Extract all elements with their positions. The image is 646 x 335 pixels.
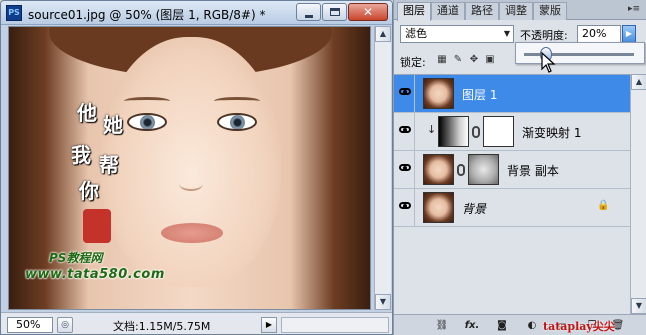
blend-mode-value: 滤色 xyxy=(405,27,427,40)
panel-tabs: 图层 通道 路径 调整 蒙版 ▸≡ xyxy=(394,0,646,21)
visibility-toggle[interactable] xyxy=(394,151,415,188)
eye-icon xyxy=(399,88,411,95)
clipping-arrow-icon: ↓ xyxy=(427,123,437,136)
lock-label: 锁定: xyxy=(400,56,426,69)
visibility-toggle[interactable] xyxy=(394,189,415,226)
mouse-cursor-icon xyxy=(541,52,556,73)
layers-scrollbar[interactable]: ▲ ▼ xyxy=(630,74,646,314)
window-buttons: ✕ xyxy=(296,3,388,21)
blend-mode-select[interactable]: 滤色 ▼ xyxy=(400,25,514,43)
tab-masks[interactable]: 蒙版 xyxy=(533,2,567,20)
watermark-char: 他 xyxy=(77,101,97,125)
scroll-down-icon[interactable]: ▼ xyxy=(375,294,391,310)
image-canvas[interactable]: 他 她 我 帮 你 PS教程网 www.tata580.com xyxy=(8,26,371,310)
red-seal-stamp xyxy=(83,209,111,243)
layer-mask-thumbnail[interactable] xyxy=(468,154,499,185)
photo-right-eye xyxy=(217,113,257,131)
watermark-char: 你 xyxy=(79,179,99,203)
eye-icon xyxy=(399,126,411,133)
panel-menu-icon[interactable]: ▸≡ xyxy=(626,3,642,17)
chain-link-icon[interactable] xyxy=(457,164,465,176)
add-mask-icon[interactable]: ◙ xyxy=(494,318,510,333)
visibility-toggle[interactable] xyxy=(394,75,415,112)
zoom-field[interactable]: 50% xyxy=(7,317,53,333)
photo-right-brow xyxy=(214,97,260,105)
adjustment-thumbnail xyxy=(438,116,469,147)
vertical-scrollbar[interactable]: ▲ ▼ xyxy=(374,26,391,310)
watermark-char: 帮 xyxy=(99,153,119,177)
document-title: source01.jpg @ 50% (图层 1, RGB/8#) * xyxy=(28,8,266,22)
layer-name: 渐变映射 1 xyxy=(522,126,582,140)
tab-layers[interactable]: 图层 xyxy=(397,2,431,21)
close-icon: ✕ xyxy=(362,5,374,19)
tab-paths[interactable]: 路径 xyxy=(465,2,499,20)
document-title-bar[interactable]: PS source01.jpg @ 50% (图层 1, RGB/8#) * ✕ xyxy=(1,1,392,25)
photo-left-iris xyxy=(140,115,155,129)
opacity-field[interactable]: 20% xyxy=(577,25,621,43)
maximize-icon xyxy=(330,8,340,16)
horizontal-scrollbar[interactable] xyxy=(281,317,389,333)
opacity-label: 不透明度: xyxy=(520,29,568,42)
photoshop-app-icon: PS xyxy=(6,5,22,21)
watermark-url: www.tata580.com xyxy=(25,267,165,282)
opacity-slider-toggle-icon[interactable]: ▶ xyxy=(622,25,636,43)
layers-list: 图层 1 ↓ 渐变映射 1 背景 副本 背景 🔒 xyxy=(394,74,630,314)
lock-move-icon[interactable]: ✥ xyxy=(468,53,480,66)
maximize-button[interactable] xyxy=(322,3,347,21)
calligraphy-watermark: 他 她 我 帮 你 xyxy=(69,97,139,247)
brand-watermark: tataplay尖尖 xyxy=(543,320,615,333)
watermark-char: 我 xyxy=(71,143,91,167)
lock-paint-icon[interactable]: ✎ xyxy=(452,53,464,66)
fx-icon[interactable]: fx. xyxy=(464,318,480,333)
link-layers-icon[interactable]: ⛓ xyxy=(434,318,450,333)
tab-channels[interactable]: 通道 xyxy=(431,2,465,20)
layer-thumbnail xyxy=(423,192,454,223)
photo-nose xyxy=(179,177,203,191)
status-menu-arrow-icon[interactable]: ▶ xyxy=(261,317,277,333)
layer-name: 背景 副本 xyxy=(507,164,559,178)
layer-row[interactable]: 图层 1 xyxy=(394,75,630,113)
chevron-down-icon: ▼ xyxy=(503,29,510,38)
layer-mask-thumbnail[interactable] xyxy=(483,116,514,147)
document-size-info: 文档:1.15M/5.75M xyxy=(113,320,211,333)
lock-icon: 🔒 xyxy=(597,200,610,211)
eye-icon xyxy=(399,164,411,171)
minimize-icon xyxy=(305,15,313,18)
scroll-up-icon[interactable]: ▲ xyxy=(631,74,646,90)
portrait-photo: 他 她 我 帮 你 PS教程网 www.tata580.com xyxy=(9,27,370,309)
scroll-down-icon[interactable]: ▼ xyxy=(631,298,646,314)
layer-row[interactable]: ↓ 渐变映射 1 xyxy=(394,113,630,151)
close-button[interactable]: ✕ xyxy=(348,3,388,21)
watermark-char: 她 xyxy=(103,113,123,137)
chain-link-icon[interactable] xyxy=(472,126,480,138)
visibility-toggle[interactable] xyxy=(394,113,415,150)
document-window: PS source01.jpg @ 50% (图层 1, RGB/8#) * ✕… xyxy=(0,0,393,335)
adjustment-layer-icon[interactable]: ◐ xyxy=(524,318,540,333)
minimize-button[interactable] xyxy=(296,3,321,21)
opacity-slider-popup xyxy=(515,42,645,64)
lock-transparent-icon[interactable]: ▦ xyxy=(436,53,448,66)
tab-adjustments[interactable]: 调整 xyxy=(499,2,533,20)
navigator-icon[interactable]: ◎ xyxy=(57,317,73,333)
watermark-ps-text: PS教程网 xyxy=(49,251,103,265)
scroll-up-icon[interactable]: ▲ xyxy=(375,26,391,42)
layer-name: 图层 1 xyxy=(462,88,498,102)
layer-thumbnail xyxy=(423,78,454,109)
eye-icon xyxy=(399,202,411,209)
photo-right-iris xyxy=(230,115,245,129)
document-status-bar: 50% ◎ 文档:1.15M/5.75M ▶ xyxy=(1,312,392,334)
layer-thumbnail xyxy=(423,154,454,185)
lock-all-icon[interactable]: ▣ xyxy=(484,53,496,66)
layer-row[interactable]: 背景 🔒 xyxy=(394,189,630,227)
layer-name: 背景 xyxy=(462,202,487,216)
layer-row[interactable]: 背景 副本 xyxy=(394,151,630,189)
photo-lips xyxy=(161,223,223,243)
